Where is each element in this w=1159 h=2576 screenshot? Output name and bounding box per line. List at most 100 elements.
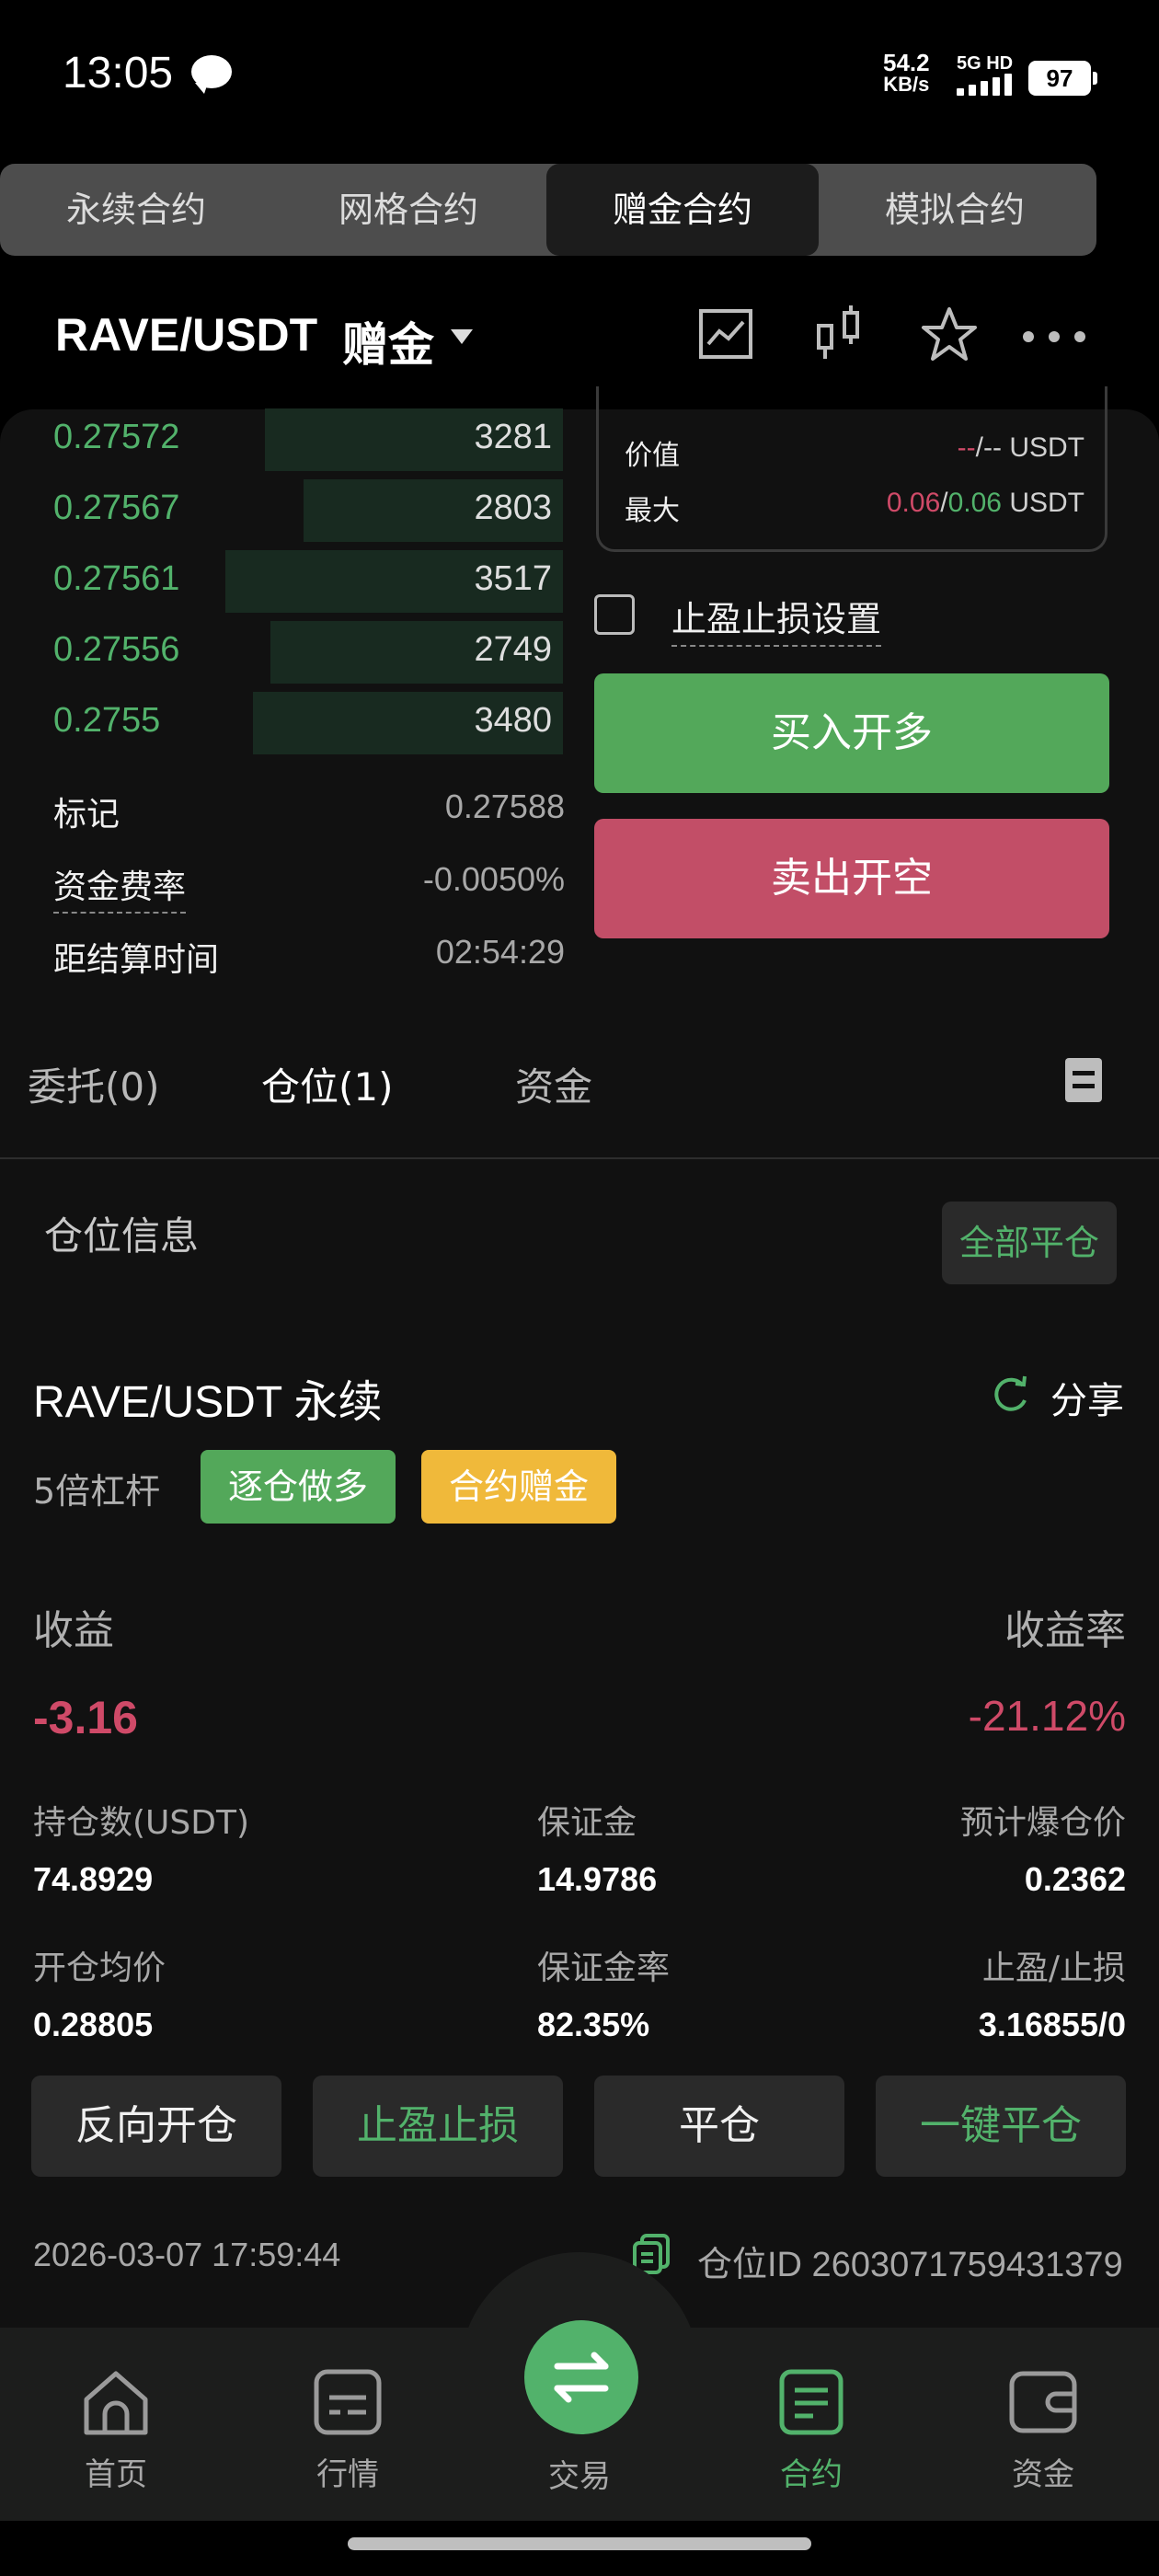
home-icon xyxy=(84,2371,148,2435)
max-b: 0.06 xyxy=(947,488,1002,518)
liq-stat: 预计爆仓价 0.2362 xyxy=(960,1796,1126,1899)
value-slash: / xyxy=(975,432,983,463)
signal-bars-icon xyxy=(957,74,1016,96)
position-timestamp: 2026-03-07 17:59:44 xyxy=(33,2236,341,2273)
reverse-open-button[interactable]: 反向开仓 xyxy=(31,2076,281,2177)
margin-rate-value: 82.35% xyxy=(537,2006,650,2043)
tab-grid[interactable]: 网格合约 xyxy=(272,164,545,256)
tpsl-button[interactable]: 止盈止损 xyxy=(313,2076,563,2177)
bid-price: 0.27572 xyxy=(53,418,180,456)
tpsl-setting-label[interactable]: 止盈止损设置 xyxy=(671,591,882,647)
size-stat: 持仓数(USDT) 74.8929 xyxy=(33,1796,249,1899)
bid-qty: 3517 xyxy=(474,559,552,598)
swap-icon xyxy=(554,2352,609,2403)
pnl-label: 收益 xyxy=(33,1607,114,1654)
funding-value: -0.0050% xyxy=(422,860,565,898)
tab-funds[interactable]: 资金 xyxy=(515,1056,592,1112)
contract-icon xyxy=(779,2369,843,2435)
star-icon[interactable] xyxy=(918,304,981,366)
network-speed: 54.2 KB/s xyxy=(883,49,930,96)
bid-price: 0.2755 xyxy=(53,701,161,740)
more-dots-icon[interactable] xyxy=(1019,304,1089,366)
margin-rate-stat: 保证金率 82.35% xyxy=(537,1941,670,2044)
nav-trade-label[interactable]: 交易 xyxy=(497,2451,662,2496)
home-indicator[interactable] xyxy=(348,2537,811,2550)
orderbook-row[interactable]: 0.27572 3281 xyxy=(0,405,563,475)
tab-perpetual[interactable]: 永续合约 xyxy=(0,164,272,256)
candlestick-icon[interactable] xyxy=(809,304,872,366)
line-chart-icon[interactable] xyxy=(695,304,758,366)
document-icon[interactable] xyxy=(1063,1056,1104,1104)
pnl-value: -3.16 xyxy=(33,1692,138,1743)
liq-label: 预计爆仓价 xyxy=(959,1804,1126,1842)
orderbook-row[interactable]: 0.27561 3517 xyxy=(0,546,563,616)
size-label: 持仓数(USDT) xyxy=(33,1804,250,1842)
margin-rate-label: 保证金率 xyxy=(537,1949,671,1987)
pair-symbol[interactable]: RAVE/USDT xyxy=(55,308,317,362)
funding-label[interactable]: 资金费率 xyxy=(53,860,187,914)
bonus-badge: 合约赠金 xyxy=(421,1450,616,1524)
nav-funds-label: 资金 xyxy=(1012,2456,1074,2493)
value-b: -- xyxy=(983,432,1002,463)
bid-qty: 3480 xyxy=(474,701,552,740)
tab-demo[interactable]: 模拟合约 xyxy=(819,164,1091,256)
tpsl-checkbox[interactable] xyxy=(594,594,635,635)
margin-value: 14.9786 xyxy=(537,1860,658,1898)
share-icon[interactable] xyxy=(990,1373,1032,1415)
margin-stat: 保证金 14.9786 xyxy=(537,1796,657,1899)
mark-label: 标记 xyxy=(53,796,120,834)
nav-home[interactable]: 首页 xyxy=(33,2364,199,2494)
sell-short-button[interactable]: 卖出开空 xyxy=(594,819,1109,938)
settlement-label: 距结算时间 xyxy=(53,941,220,979)
nav-trade[interactable] xyxy=(524,2320,638,2434)
bid-qty: 2803 xyxy=(474,489,552,527)
nav-market[interactable]: 行情 xyxy=(265,2364,430,2494)
nav-contract[interactable]: 合约 xyxy=(729,2364,894,2494)
buy-long-button[interactable]: 买入开多 xyxy=(594,673,1109,793)
divider xyxy=(0,1157,1159,1159)
value-a: -- xyxy=(957,432,976,463)
position-id: 仓位ID 2603071759431379 xyxy=(697,2246,1123,2284)
entry-value: 0.28805 xyxy=(33,2006,154,2043)
network-speed-value: 54.2 xyxy=(883,49,930,76)
clock: 13:05 xyxy=(63,49,174,98)
orderbook-row[interactable]: 0.27567 2803 xyxy=(0,476,563,546)
max-unit: USDT xyxy=(1009,488,1084,518)
share-label[interactable]: 分享 xyxy=(1050,1371,1124,1424)
value-unit: USDT xyxy=(1009,432,1084,463)
bid-qty: 3281 xyxy=(474,418,552,456)
tab-orders[interactable]: 委托(0) xyxy=(28,1056,160,1112)
bid-price: 0.27561 xyxy=(53,559,180,598)
bid-qty: 2749 xyxy=(474,630,552,669)
roi-value: -21.12% xyxy=(968,1692,1126,1740)
position-symbol[interactable]: RAVE/USDT 永续 xyxy=(33,1365,383,1430)
caret-down-icon[interactable] xyxy=(451,329,473,344)
tpsl-stat-value: 3.16855/0 xyxy=(978,2006,1126,2043)
bid-price: 0.27556 xyxy=(53,630,180,669)
status-bar: 13:05 54.2 KB/s 5G HD 97 xyxy=(0,0,1159,156)
entry-stat: 开仓均价 0.28805 xyxy=(33,1941,166,2044)
liq-value: 0.2362 xyxy=(1024,1860,1126,1898)
max-a: 0.06 xyxy=(886,488,941,518)
bid-price: 0.27567 xyxy=(53,489,180,527)
quick-close-button[interactable]: 一键平仓 xyxy=(876,2076,1126,2177)
tab-bonus[interactable]: 赠金合约 xyxy=(546,164,819,256)
contract-type-tabs: 永续合约 网格合约 赠金合约 模拟合约 xyxy=(0,164,1096,256)
nav-market-label: 行情 xyxy=(316,2456,379,2493)
battery-icon: 97 xyxy=(1028,61,1097,96)
chat-bubble-icon xyxy=(191,55,232,94)
tab-positions[interactable]: 仓位(1) xyxy=(261,1056,394,1112)
order-info-box: 价值 --/-- USDT 最大 0.06/0.06 USDT xyxy=(596,386,1107,552)
nav-funds[interactable]: 资金 xyxy=(960,2364,1126,2494)
leverage-label: 5倍杠杆 xyxy=(33,1471,161,1512)
value-label: 价值 xyxy=(625,440,680,472)
network-speed-unit: KB/s xyxy=(883,73,930,96)
close-position-button[interactable]: 平仓 xyxy=(594,2076,844,2177)
orderbook-row[interactable]: 0.2755 3480 xyxy=(0,688,563,758)
close-all-button[interactable]: 全部平仓 xyxy=(942,1202,1117,1284)
margin-label: 保证金 xyxy=(537,1804,637,1842)
max-label: 最大 xyxy=(625,495,680,527)
orderbook-row[interactable]: 0.27556 2749 xyxy=(0,617,563,687)
pair-type[interactable]: 赠金 xyxy=(342,308,434,374)
nav-contract-label: 合约 xyxy=(780,2456,843,2493)
